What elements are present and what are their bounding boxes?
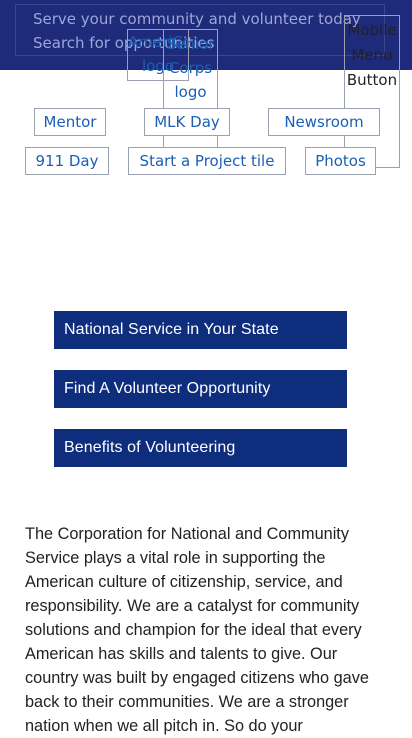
tile-mlk-day[interactable]: MLK Day [144,108,230,136]
about-paragraph: The Corporation for National and Communi… [25,525,369,735]
tile-start-project[interactable]: Start a Project tile [128,147,286,175]
tile-911-day[interactable]: 911 Day [25,147,109,175]
benefits-of-volunteering-button[interactable]: Benefits of Volunteering [54,429,347,467]
national-service-state-button[interactable]: National Service in Your State [54,311,347,349]
find-volunteer-opportunity-button[interactable]: Find A Volunteer Opportunity [54,370,347,408]
tile-newsroom[interactable]: Newsroom [268,108,380,136]
seniorcorps-logo[interactable]: Senior Corps logo [163,29,218,157]
header-tagline: Serve your community and volunteer today [33,10,361,28]
tile-mentor[interactable]: Mentor [34,108,106,136]
tile-photos[interactable]: Photos [305,147,376,175]
mobile-menu-button[interactable]: Mobile Menu Button [344,15,400,168]
